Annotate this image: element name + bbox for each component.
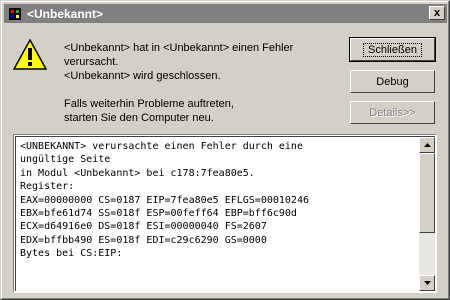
scroll-up-button[interactable]: [419, 137, 435, 153]
details-line: in Modul <Unbekannt> bei c178:7fea80e5.: [20, 167, 255, 179]
details-line: Register:: [20, 181, 75, 193]
details-line: EDX=bffbb490 ES=018f EDI=c29c6290 GS=000…: [20, 234, 267, 246]
error-dialog: <Unbekannt> x <Unbekannt> hat in <Unbeka…: [0, 0, 450, 300]
scroll-down-button[interactable]: [419, 275, 435, 291]
details-line: <UNBEKANNT> verursachte einen Fehler dur…: [20, 141, 303, 152]
debug-button[interactable]: Debug: [350, 70, 435, 93]
vertical-scrollbar[interactable]: [419, 137, 435, 291]
restart-hint: Falls weiterhin Probleme auftreten, star…: [64, 97, 234, 125]
details-line: Bytes bei CS:EIP:: [20, 248, 123, 260]
hint-line: starten Sie den Computer neu.: [64, 112, 214, 124]
message-line: <Unbekannt> wird geschlossen.: [64, 70, 221, 82]
window-title: <Unbekannt>: [27, 6, 104, 21]
app-icon: [7, 6, 23, 22]
title-bar[interactable]: <Unbekannt> x: [4, 4, 447, 23]
warning-icon: [13, 39, 47, 70]
hint-line: Falls weiterhin Probleme auftreten,: [64, 98, 234, 110]
details-text: <UNBEKANNT> verursachte einen Fehler dur…: [20, 140, 416, 261]
message-line: <Unbekannt> hat in <Unbekannt> einen Feh…: [64, 42, 294, 54]
arrow-up-icon: [423, 143, 431, 147]
details-textbox[interactable]: <UNBEKANNT> verursachte einen Fehler dur…: [13, 134, 437, 293]
close-button-label: Schließen: [363, 42, 422, 57]
details-button-label: Details>>: [369, 106, 416, 119]
details-line: EBX=bfe61d74 SS=018f ESP=00feff64 EBP=bf…: [20, 208, 297, 220]
details-line: ECX=d64916e0 DS=018f ESI=00000040 FS=260…: [20, 221, 267, 233]
arrow-down-icon: [423, 281, 431, 285]
details-button: Details>>: [350, 101, 435, 124]
debug-button-label: Debug: [376, 75, 409, 88]
details-line: ungültige Seite: [20, 154, 111, 166]
details-line: EAX=00000000 CS=0187 EIP=7fea80e5 EFLGS=…: [20, 194, 309, 206]
scroll-thumb[interactable]: [419, 153, 435, 233]
close-icon[interactable]: x: [429, 6, 445, 20]
close-button[interactable]: Schließen: [349, 37, 436, 62]
error-message: <Unbekannt> hat in <Unbekannt> einen Feh…: [64, 41, 293, 83]
message-line: verursacht.: [64, 56, 119, 68]
